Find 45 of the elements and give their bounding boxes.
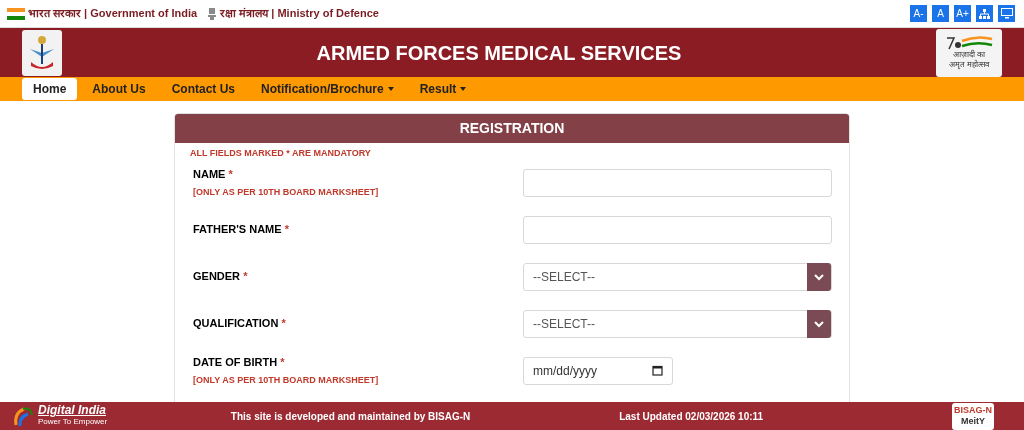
nav-tab[interactable]: Result	[408, 78, 478, 100]
emblem-icon	[207, 6, 218, 21]
text-field[interactable]	[523, 215, 832, 244]
monitor-button[interactable]	[998, 5, 1015, 22]
chevron-icon	[807, 262, 831, 291]
field-label: GENDER *	[193, 269, 249, 285]
field-label: NAME *	[193, 167, 234, 182]
select-field[interactable]: --SELECT--	[523, 262, 832, 291]
field-note: [ONLY AS PER 10TH BOARD MARKSHEET]	[193, 185, 380, 199]
last-updated: Last Updated 02/03/2026 10:11	[619, 409, 764, 424]
seventy-five-emblem-icon	[944, 35, 994, 50]
emblem-logo	[22, 29, 62, 76]
logo-text: MeitY	[960, 416, 985, 427]
nav-tab[interactable]: Home	[22, 78, 78, 100]
font-size-button[interactable]: A-	[910, 5, 927, 22]
flag-icon	[7, 7, 25, 20]
brand-tagline: Power To Empower	[38, 417, 108, 427]
logo-text: BISAG-N	[953, 405, 992, 416]
digital-india-icon	[12, 405, 34, 427]
field-note: [ONLY AS PER 10TH BOARD MARKSHEET]	[193, 373, 380, 387]
mandatory-notice: ALL FIELDS MARKED * ARE MANDATORY	[190, 148, 371, 158]
calendar-icon	[652, 365, 663, 376]
text-field[interactable]	[523, 168, 832, 197]
font-size-button[interactable]: A	[932, 5, 949, 22]
sitemap-button[interactable]	[976, 5, 993, 22]
logo-text: आज़ादी का	[952, 49, 986, 60]
nav-tab[interactable]: Contact Us	[160, 78, 246, 100]
ministry-text: रक्षा मंत्रालय | Ministry of Defence	[220, 6, 379, 22]
field-label: DATE OF BIRTH *	[193, 355, 286, 370]
font-size-button[interactable]: A+	[954, 5, 971, 22]
nav-tab[interactable]: About Us	[81, 78, 157, 100]
caret-icon	[387, 87, 394, 91]
caret-icon	[460, 87, 467, 91]
credit-text: This site is developed and maintained by BISAG-N	[230, 409, 471, 424]
field-label: FATHER'S NAME *	[193, 222, 290, 238]
select-field[interactable]: --SELECT--	[523, 309, 832, 338]
brand-name: Digital India	[38, 405, 107, 416]
site-title: ARMED FORCES MEDICAL SERVICES	[316, 40, 682, 66]
field-label: QUALIFICATION *	[193, 316, 287, 332]
nav-tab[interactable]: Notification/Brochure	[250, 78, 405, 100]
government-text: भारत सरकार | Government of India	[28, 6, 198, 22]
date-field[interactable]: mm/dd/yyyy	[523, 356, 673, 385]
chevron-icon	[807, 309, 831, 338]
logo-text: अमृत महोत्सव	[948, 59, 990, 70]
card-title: REGISTRATION	[459, 119, 565, 138]
